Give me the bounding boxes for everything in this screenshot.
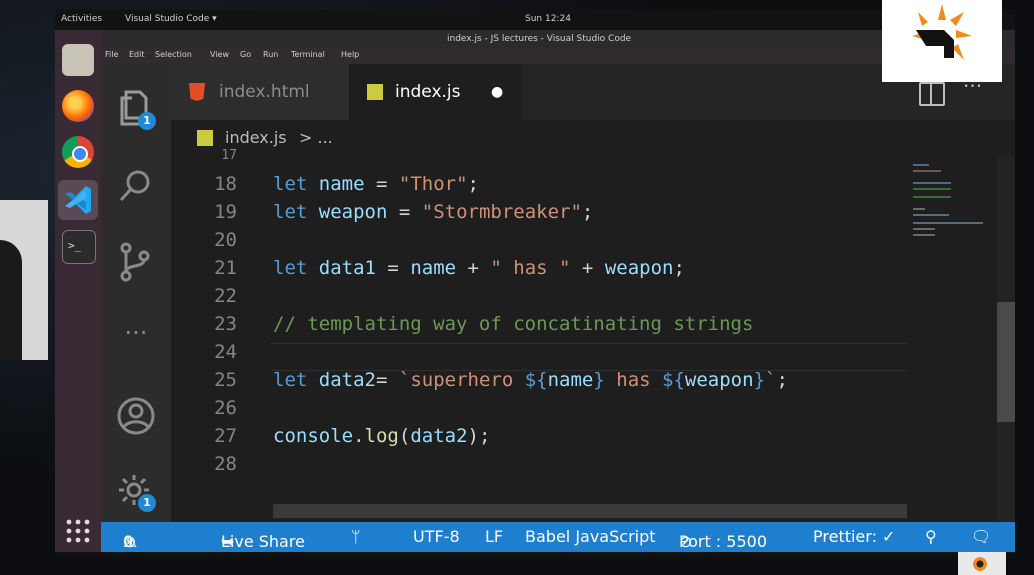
js-icon <box>197 130 213 146</box>
menu-help[interactable]: Help <box>341 50 359 59</box>
settings-badge: 1 <box>138 494 156 512</box>
window-title: index.js - JS lectures - Visual Studio C… <box>447 34 632 44</box>
git-branch-icon[interactable]: ᛘ <box>351 527 361 546</box>
window-title-bar: index.js - JS lectures - Visual Studio C… <box>55 30 1015 48</box>
files-icon[interactable] <box>62 44 94 76</box>
line-number: 24 <box>214 341 237 363</box>
activity-bar: 1 ··· 1 <box>101 64 171 522</box>
menu-run[interactable]: Run <box>263 50 278 59</box>
screen-share: Activities Visual Studio Code ▾ Sun 12:2… <box>55 10 1015 558</box>
app-menu[interactable]: Visual Studio Code ▾ <box>125 14 217 24</box>
screen-bottom-edge <box>55 552 1015 558</box>
status-bar: ⊗ 0 ⚠ 0 ➥ Live Share ᛘ UTF-8 LF Babel Ja… <box>101 522 1015 552</box>
webcam-overlay <box>0 200 48 360</box>
line-number: 21 <box>214 257 237 279</box>
horizontal-scrollbar[interactable] <box>273 504 907 518</box>
code-line[interactable]: let weapon = "Stormbreaker"; <box>273 201 593 223</box>
vertical-scrollbar[interactable] <box>997 156 1015 522</box>
line-number: 18 <box>214 173 237 195</box>
code-line[interactable]: let name = "Thor"; <box>273 173 479 195</box>
settings-gear-icon[interactable]: 1 <box>114 468 158 512</box>
code-line[interactable]: console.log(data2); <box>273 425 490 447</box>
activities-button[interactable]: Activities <box>61 14 102 24</box>
line-number: 19 <box>214 201 237 223</box>
js-icon <box>367 84 383 100</box>
more-views-icon[interactable]: ··· <box>114 318 158 362</box>
clock[interactable]: Sun 12:24 <box>525 14 571 24</box>
minimap[interactable] <box>907 156 997 522</box>
tab-index-js[interactable]: index.js ● <box>349 64 521 120</box>
line-number: 25 <box>214 369 237 391</box>
line-number: 23 <box>214 313 237 335</box>
encoding-status[interactable]: UTF-8 <box>413 527 460 546</box>
menu-file[interactable]: File <box>105 50 118 59</box>
line-number: 26 <box>214 397 237 419</box>
menu-view[interactable]: View <box>210 50 229 59</box>
vscode-dock-icon[interactable] <box>58 180 98 220</box>
html5-icon <box>189 83 205 101</box>
split-editor-icon[interactable] <box>919 82 945 106</box>
breadcrumb: index.js > ... <box>171 120 1015 156</box>
show-apps-icon[interactable] <box>65 518 91 544</box>
port-label: Port : 5500 <box>679 532 767 551</box>
prettier-status[interactable]: Prettier: ✓ <box>813 527 895 546</box>
code-line[interactable]: let data1 = name + " has " + weapon; <box>273 257 685 279</box>
scrollbar-thumb[interactable] <box>997 302 1015 422</box>
menu-terminal[interactable]: Terminal <box>291 50 325 59</box>
line-number: 17 <box>221 148 237 163</box>
chrome-icon[interactable] <box>62 136 94 168</box>
menu-selection[interactable]: Selection <box>155 50 192 59</box>
search-icon[interactable] <box>114 164 158 208</box>
firefox-icon[interactable] <box>62 90 94 122</box>
line-number: 20 <box>214 229 237 251</box>
account-icon[interactable] <box>114 394 158 438</box>
menu-go[interactable]: Go <box>240 50 251 59</box>
terminal-icon[interactable]: >_ <box>62 230 96 264</box>
language-mode[interactable]: Babel JavaScript <box>525 527 656 546</box>
logo-overlay <box>882 0 1002 82</box>
code-editor[interactable]: 17 18 let name = "Thor"; 19 let weapon =… <box>171 148 907 522</box>
explorer-badge: 1 <box>138 112 156 130</box>
os-top-bar: Activities Visual Studio Code ▾ Sun 12:2… <box>55 10 1015 30</box>
breadcrumb-file[interactable]: index.js <box>225 128 287 147</box>
source-control-icon[interactable] <box>114 240 158 284</box>
explorer-icon[interactable]: 1 <box>114 84 158 130</box>
feedback-icon[interactable]: ⚲ <box>925 527 937 546</box>
live-share-label: Live Share <box>221 532 305 551</box>
current-line-highlight <box>271 343 907 371</box>
menu-bar: File Edit Selection View Go Run Terminal… <box>55 48 1015 64</box>
tab-label: index.html <box>219 82 310 102</box>
ubuntu-dock: >_ <box>55 30 101 558</box>
notifications-icon[interactable]: 🗨 <box>971 527 991 546</box>
warning-count: 0 <box>123 532 134 551</box>
menu-edit[interactable]: Edit <box>129 50 145 59</box>
breadcrumb-rest[interactable]: > ... <box>299 128 333 147</box>
eol-status[interactable]: LF <box>485 527 503 546</box>
corner-logo-icon <box>958 552 1006 575</box>
unsaved-dot-icon[interactable]: ● <box>491 64 503 120</box>
tab-index-html[interactable]: index.html <box>171 64 349 120</box>
line-number: 22 <box>214 285 237 307</box>
tab-label: index.js <box>395 82 461 102</box>
code-line[interactable]: let data2= `superhero ${name} has ${weap… <box>273 369 788 391</box>
line-number: 27 <box>214 425 237 447</box>
brand-logo-icon <box>912 4 972 60</box>
line-number: 28 <box>214 453 237 475</box>
code-comment-line[interactable]: // templating way of concatinating strin… <box>273 313 753 335</box>
